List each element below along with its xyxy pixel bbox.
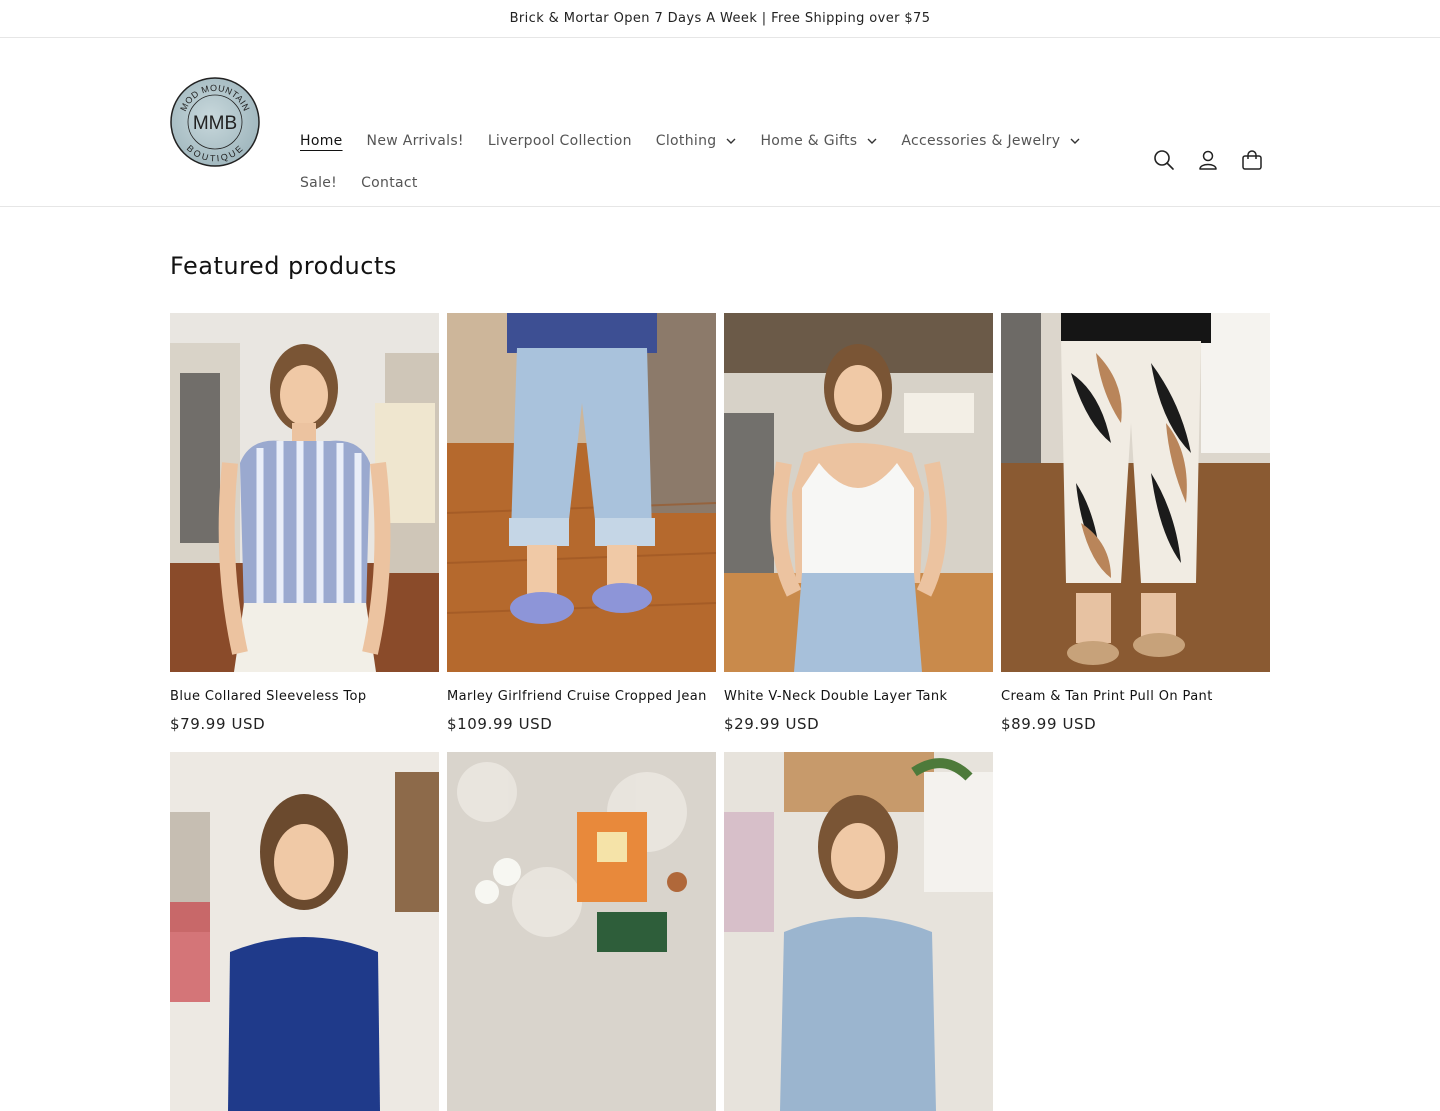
product-price: $89.99 USD [1001,715,1097,733]
site-header: MOD MOUNTAIN BOUTIQUE MMB Home New Arriva… [0,38,1440,207]
product-title[interactable]: Marley Girlfriend Cruise Cropped Jean [447,689,716,705]
main-navigation: Home New Arrivals! Liverpool Collection Clo… [288,120,1108,204]
product-card[interactable]: White V-Neck Double Layer Tank $29.99 USD [724,313,993,735]
nav-item-label: New Arrivals! [366,133,464,149]
product-card[interactable] [170,752,439,1111]
nav-item-home[interactable]: Home [288,120,355,162]
product-card[interactable]: Marley Girlfriend Cruise Cropped Jean $10… [447,313,716,735]
chevron-down-icon [726,138,736,145]
nav-item-contact[interactable]: Contact [349,162,430,204]
product-grid: Blue Collared Sleeveless Top $79.99 USD M… [170,313,1270,1111]
nav-item-label: Liverpool Collection [487,133,632,149]
chevron-down-icon [867,138,877,145]
nav-item-sale[interactable]: Sale! [288,162,349,204]
search-icon[interactable] [1142,138,1186,182]
nav-item-home-gifts[interactable]: Home & Gifts [748,120,889,162]
product-image[interactable] [170,313,439,672]
product-price: $79.99 USD [170,715,266,733]
product-image[interactable] [170,752,439,1111]
header-icons [1142,138,1274,182]
product-card[interactable]: Cream & Tan Print Pull On Pant $89.99 USD [1001,313,1270,735]
product-image[interactable] [724,313,993,672]
nav-item-label: Accessories & Jewelry [901,133,1061,149]
announcement-bar: Brick & Mortar Open 7 Days A Week | Free… [0,0,1440,38]
announcement-text: Brick & Mortar Open 7 Days A Week | Free… [509,11,931,26]
nav-item-accessories-jewelry[interactable]: Accessories & Jewelry [889,120,1092,162]
product-card[interactable]: Blue Collared Sleeveless Top $79.99 USD [170,313,439,735]
nav-item-label: Clothing [655,133,717,149]
product-image[interactable] [724,752,993,1111]
nav-item-label: Home & Gifts [760,133,858,149]
chevron-down-icon [1070,138,1080,145]
nav-item-new-arrivals[interactable]: New Arrivals! [355,120,476,162]
product-title[interactable]: White V-Neck Double Layer Tank [724,689,993,705]
product-title[interactable]: Blue Collared Sleeveless Top [170,689,439,705]
nav-item-clothing[interactable]: Clothing [644,120,749,162]
nav-item-liverpool-collection[interactable]: Liverpool Collection [476,120,644,162]
product-image[interactable] [447,313,716,672]
store-logo[interactable]: MOD MOUNTAIN BOUTIQUE MMB [170,77,260,167]
product-title[interactable]: Cream & Tan Print Pull On Pant [1001,689,1270,705]
product-image[interactable] [1001,313,1270,672]
product-card[interactable] [724,752,993,1111]
nav-item-label: Home [300,133,343,149]
account-icon[interactable] [1186,138,1230,182]
product-card[interactable] [447,752,716,1111]
logo-initials: MMB [193,113,237,134]
cart-icon[interactable] [1230,138,1274,182]
nav-item-label: Contact [361,175,418,191]
section-title: Featured products [170,252,397,280]
product-price: $109.99 USD [447,715,553,733]
nav-item-label: Sale! [300,175,338,191]
product-image[interactable] [447,752,716,1111]
product-price: $29.99 USD [724,715,820,733]
